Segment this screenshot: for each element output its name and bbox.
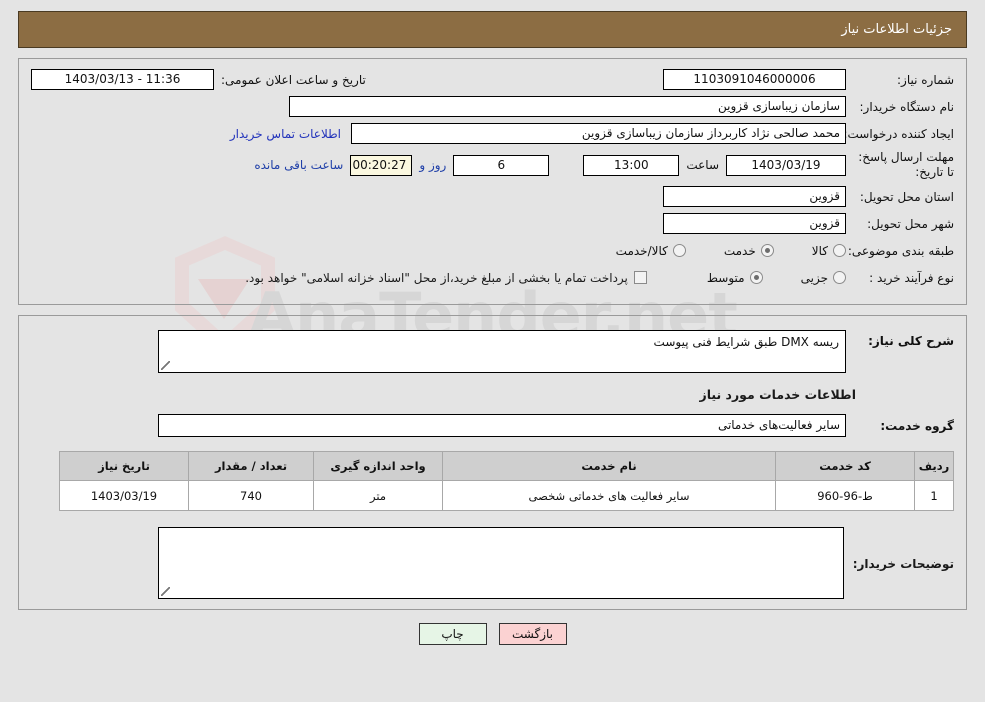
category-option-khedmat[interactable]: خدمت — [724, 244, 774, 258]
radio-kala-khedmat-icon[interactable] — [672, 244, 686, 257]
deadline-date: 1403/03/19 — [726, 154, 846, 176]
back-button[interactable]: بازگشت — [498, 623, 567, 645]
cell-date: 1403/03/19 — [59, 480, 189, 511]
row-buyer-notes: توضیحات خریدار: — [31, 527, 954, 599]
row-city: شهر محل تحویل: قزوین — [31, 213, 954, 234]
need-number-label: شماره نیاز: — [897, 72, 954, 87]
col-header-unit: واحد اندازه گیری — [313, 451, 443, 481]
buyer-contact-link[interactable]: اطلاعات تماس خریدار — [220, 127, 351, 141]
process-option-motevaset[interactable]: متوسط — [707, 271, 763, 285]
process-option-jozei[interactable]: جزیی — [801, 271, 846, 285]
cell-qty: 740 — [188, 480, 314, 511]
service-group-label: گروه خدمت: — [880, 418, 954, 433]
col-header-name: نام خدمت — [442, 451, 776, 481]
cell-code: ط-96-960 — [775, 480, 915, 511]
page-title: جزئیات اطلاعات نیاز — [841, 22, 952, 37]
city-value: قزوین — [663, 213, 846, 234]
process-radio-group: جزیی متوسط — [673, 271, 846, 285]
need-details-panel: شرح کلی نیاز: ریسه DMX طبق شرایط فنی پیو… — [18, 315, 967, 610]
announce-value: 11:36 - 1403/03/13 — [31, 69, 214, 90]
row-need-number: شماره نیاز: 1103091046000006 تاریخ و ساع… — [31, 69, 954, 90]
radio-jozei-icon[interactable] — [833, 271, 846, 284]
category-option-kala-khedmat[interactable]: کالا/خدمت — [616, 244, 686, 258]
category-option-kala[interactable]: کالا — [812, 244, 846, 258]
buyer-org-label: نام دستگاه خریدار: — [859, 99, 955, 114]
category-option-kala-khedmat-label: کالا/خدمت — [615, 243, 668, 258]
col-header-code: کد خدمت — [775, 451, 915, 481]
province-value: قزوین — [663, 186, 846, 207]
general-desc-textarea[interactable]: ریسه DMX طبق شرایط فنی پیوست — [158, 330, 846, 373]
row-process-type: نوع فرآیند خرید : جزیی متوسط پرداخت تمام… — [31, 267, 954, 288]
page-header: جزئیات اطلاعات نیاز — [18, 11, 967, 48]
province-label: استان محل تحویل: — [859, 189, 954, 204]
row-requester: ایجاد کننده درخواست: محمد صالحی نژاد کار… — [31, 123, 954, 144]
print-button[interactable]: چاپ — [418, 623, 487, 645]
row-province: استان محل تحویل: قزوین — [31, 186, 954, 207]
city-label: شهر محل تحویل: — [867, 216, 954, 231]
general-desc-label: شرح کلی نیاز: — [868, 334, 954, 348]
row-category: طبقه بندی موضوعی: کالا خدمت کالا/خدمت — [31, 240, 954, 261]
category-option-khedmat-label: خدمت — [723, 243, 756, 258]
buyer-notes-label: توضیحات خریدار: — [852, 557, 954, 571]
service-items-table: ردیف کد خدمت نام خدمت واحد اندازه گیری ت… — [59, 451, 954, 511]
process-option-jozei-label: جزیی — [800, 270, 828, 285]
row-service-group: گروه خدمت: سایر فعالیت‌های خدماتی — [31, 414, 954, 437]
col-header-date: تاریخ نیاز — [59, 451, 189, 481]
buyer-notes-textarea[interactable] — [158, 527, 844, 599]
treasury-checkbox-icon[interactable] — [633, 271, 647, 284]
table-row: 1 ط-96-960 سایر فعالیت های خدماتی شخصی م… — [59, 480, 954, 511]
countdown-value: 00:20:27 — [350, 154, 413, 176]
services-section-title: اطلاعات خدمات مورد نیاز — [699, 387, 857, 402]
deadline-label: مهلت ارسال پاسخ: تا تاریخ: — [858, 150, 954, 179]
radio-khedmat-icon[interactable] — [760, 244, 774, 257]
need-number-value: 1103091046000006 — [663, 69, 846, 90]
cell-radif: 1 — [914, 480, 954, 511]
hour-label: ساعت — [686, 158, 719, 172]
category-radio-group: کالا خدمت کالا/خدمت — [582, 244, 846, 258]
remaining-days-value: 6 — [453, 154, 550, 176]
radio-kala-icon[interactable] — [833, 244, 846, 257]
treasury-checkbox-label: پرداخت تمام یا بخشی از مبلغ خرید،از محل … — [245, 270, 628, 285]
category-option-kala-label: کالا — [811, 243, 828, 258]
requester-label: ایجاد کننده درخواست: — [843, 126, 954, 141]
announce-label: تاریخ و ساعت اعلان عمومی: — [221, 72, 366, 87]
need-info-panel: شماره نیاز: 1103091046000006 تاریخ و ساع… — [18, 58, 967, 305]
deadline-time: 13:00 — [583, 154, 680, 176]
buyer-org-value: سازمان زیباسازی قزوین — [289, 96, 846, 117]
remaining-hours-label: ساعت باقی مانده — [254, 158, 344, 172]
process-label: نوع فرآیند خرید : — [869, 270, 954, 285]
category-label: طبقه بندی موضوعی: — [847, 243, 954, 258]
row-buyer-org: نام دستگاه خریدار: سازمان زیباسازی قزوین — [31, 96, 954, 117]
row-general-description: شرح کلی نیاز: ریسه DMX طبق شرایط فنی پیو… — [31, 330, 954, 373]
col-header-radif: ردیف — [914, 451, 954, 481]
treasury-checkbox-row[interactable]: پرداخت تمام یا بخشی از مبلغ خرید،از محل … — [245, 271, 647, 285]
process-option-motevaset-label: متوسط — [706, 270, 745, 285]
cell-name: سایر فعالیت های خدماتی شخصی — [442, 480, 776, 511]
row-deadline: مهلت ارسال پاسخ: تا تاریخ: 1403/03/19 سا… — [31, 150, 954, 180]
requester-value: محمد صالحی نژاد کاربرداز سازمان زیباسازی… — [351, 123, 846, 144]
days-label: روز و — [419, 158, 447, 172]
radio-motevaset-icon[interactable] — [749, 271, 763, 284]
service-group-value: سایر فعالیت‌های خدماتی — [158, 414, 846, 437]
footer-actions: بازگشت چاپ — [0, 623, 985, 645]
col-header-qty: تعداد / مقدار — [188, 451, 314, 481]
cell-unit: متر — [313, 480, 443, 511]
table-header-row: ردیف کد خدمت نام خدمت واحد اندازه گیری ت… — [59, 451, 954, 481]
